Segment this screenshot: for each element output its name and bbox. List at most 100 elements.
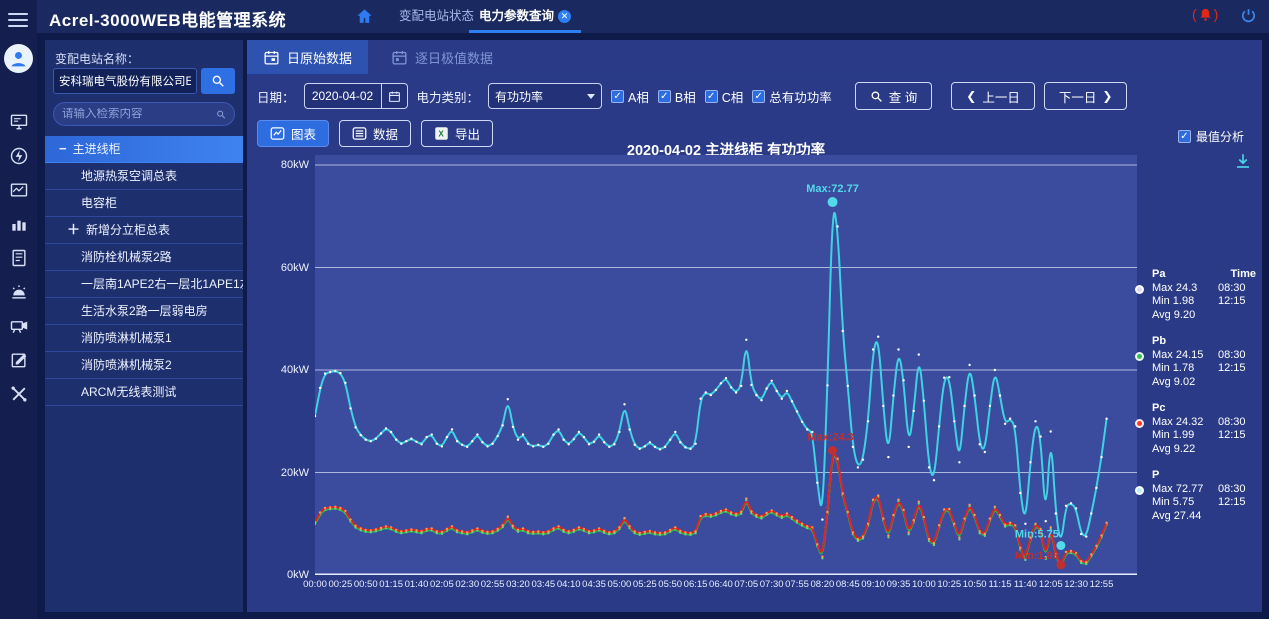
bell-paren-left: ( [1192,6,1197,22]
legend-stat-row: Min 1.7812:15 [1152,362,1258,376]
checkbox-phase-b[interactable]: ✓ B相 [658,87,696,106]
tree-item-label: 新增分立柜总表 [86,217,170,243]
legend-time-header: Time [1231,268,1256,282]
legend-stat-row: Avg 9.22 [1152,443,1258,457]
search-icon [870,90,883,103]
view-button-label: 图表 [291,124,316,143]
svg-text:X: X [438,130,444,139]
tree-item[interactable]: ＋新增分立柜总表 [45,217,243,244]
checkbox-icon[interactable]: ✓ [752,90,765,103]
extreme-label: 最值分析 [1196,128,1244,145]
main-panel: 日原始数据 逐日极值数据 日期： 2020-04-02 电力类别： 有功功率 ✓… [247,40,1262,612]
extreme-analysis-checkbox[interactable]: ✓ 最值分析 [1178,128,1244,145]
tree-item[interactable]: 消防栓机械泵2路 [45,244,243,271]
calendar-icon[interactable] [381,84,407,108]
archive-chart-icon[interactable] [9,180,29,200]
y-tick-label: 40kW [249,364,309,376]
legend-item-Pc[interactable]: PcMax 24.3208:30Min 1.9912:15Avg 9.22 [1152,402,1258,456]
checkbox-phase-a[interactable]: ✓ A相 [611,87,649,106]
filter-row: 日期： 2020-04-02 电力类别： 有功功率 ✓ A相 ✓ B相 ✓ C相… [257,82,1127,110]
left-icon-strip [0,0,37,619]
y-tick-label: 60kW [249,262,309,274]
top-tab-power-parameter-query[interactable]: 电力参数查询✕ [469,0,581,33]
tree-item[interactable]: 地源热泵空调总表 [45,163,243,190]
tree-item-label: ARCM无线表测试 [81,379,176,405]
tree-item[interactable]: ARCM无线表测试 [45,379,243,406]
legend-stat-row: Min 1.9912:15 [1152,429,1258,443]
monitor-icon[interactable] [9,112,29,132]
home-icon[interactable] [355,7,374,31]
station-search-button[interactable] [201,68,235,94]
tree-item[interactable]: −主进线柜 [45,136,243,163]
checkbox-total-active-power[interactable]: ✓ 总有功功率 [752,87,832,106]
plus-icon[interactable]: ＋ [67,217,80,243]
legend-dot [1135,486,1144,495]
legend-item-Pb[interactable]: PbMax 24.1508:30Min 1.7812:15Avg 9.02 [1152,335,1258,389]
legend-stat-row: Avg 27.44 [1152,510,1258,524]
alarm-icon[interactable] [9,282,29,302]
tools-icon[interactable] [9,384,29,404]
tree-search-input[interactable] [62,108,216,120]
station-name-label: 变配电站名称： [55,50,139,67]
active-tab-underline [469,30,581,33]
hamburger-menu-icon[interactable] [8,9,28,31]
legend-stat-row: Min 5.7512:15 [1152,496,1258,510]
y-tick-label: 80kW [249,159,309,171]
checkbox-phase-c[interactable]: ✓ C相 [705,87,744,106]
legend-dot [1135,352,1144,361]
legend-item-P[interactable]: PMax 72.7708:30Min 5.7512:15Avg 27.44 [1152,469,1258,523]
bar-chart-icon[interactable] [9,214,29,234]
category-label: 电力类别： [417,87,480,106]
x-tick-label: 12:55 [1083,579,1119,590]
tree-item[interactable]: 消防喷淋机械泵2 [45,352,243,379]
svg-text:Max:72.77: Max:72.77 [806,183,859,195]
station-name-input[interactable] [53,68,197,94]
checkbox-icon[interactable]: ✓ [1178,130,1191,143]
avatar[interactable] [4,44,33,73]
tree-item[interactable]: 一层南1APE2右一层北1APE1左 [45,271,243,298]
tree-item-label: 生活水泵2路一层弱电房 [81,298,208,324]
tab-daily-extreme-data[interactable]: 逐日极值数据 [375,40,509,74]
power-category-select[interactable]: 有功功率 [488,83,602,109]
y-tick-label: 20kW [249,467,309,479]
report-icon[interactable] [9,248,29,268]
download-icon[interactable] [1234,152,1252,175]
tree-item-label: 消防喷淋机械泵2 [81,352,172,378]
tree-item[interactable]: 消防喷淋机械泵1 [45,325,243,352]
checkbox-label: A相 [628,87,649,106]
svg-text:Min:5.75: Min:5.75 [1015,529,1059,541]
line-chart-icon [270,126,285,141]
chart-plot-area[interactable]: Max:72.77Max:24.3Min:5.75Min:1.98 [315,155,1137,575]
minus-icon[interactable]: − [59,136,67,162]
sidebar: 变配电站名称： −主进线柜地源热泵空调总表电容柜＋新增分立柜总表消防栓机械泵2路… [45,40,243,612]
query-label: 查 询 [889,87,917,106]
query-button[interactable]: 查 询 [855,82,932,110]
tab-label: 逐日极值数据 [415,48,493,67]
legend-stat-row: Max 24.1508:30 [1152,349,1258,363]
checkbox-label: 总有功功率 [769,87,832,106]
checkbox-icon[interactable]: ✓ [705,90,718,103]
edit-icon[interactable] [9,350,29,370]
legend-dot [1135,419,1144,428]
tree-item-label: 一层南1APE2右一层北1APE1左 [81,271,243,297]
checkbox-icon[interactable]: ✓ [658,90,671,103]
checkbox-icon[interactable]: ✓ [611,90,624,103]
tab-divider [247,74,1262,75]
energy-icon[interactable] [9,146,29,166]
previous-day-button[interactable]: ❮ 上一日 [951,82,1035,110]
legend-item-Pa[interactable]: PaTimeMax 24.308:30Min 1.9812:15Avg 9.20 [1152,268,1258,322]
tree-item[interactable]: 电容柜 [45,190,243,217]
power-icon[interactable] [1240,7,1257,29]
next-day-button[interactable]: 下一日 ❯ [1044,82,1128,110]
bell-paren-right: ) [1214,6,1219,22]
alarm-bell-icon[interactable]: ( ) [1192,6,1218,22]
tab-daily-raw-data[interactable]: 日原始数据 [247,40,368,74]
chevron-left-icon: ❮ [966,89,976,103]
tree-item-label: 消防喷淋机械泵1 [81,325,172,351]
close-tab-icon[interactable]: ✕ [558,10,571,23]
tree-item[interactable]: 生活水泵2路一层弱电房 [45,298,243,325]
legend-stat-row: Avg 9.02 [1152,376,1258,390]
date-input[interactable]: 2020-04-02 [304,83,408,109]
camera-icon[interactable] [9,316,29,336]
calendar-day-icon [263,49,280,66]
